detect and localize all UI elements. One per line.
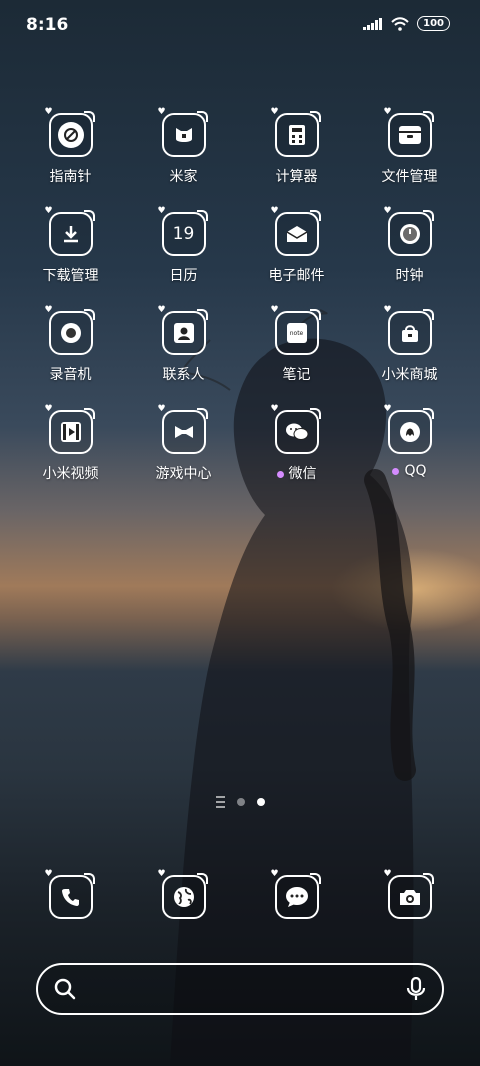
page-dot-active[interactable] <box>256 798 265 806</box>
qq-icon <box>384 404 434 454</box>
dock-messages[interactable] <box>240 869 353 919</box>
video-icon <box>45 404 95 454</box>
app-compass[interactable]: 指南针 <box>14 107 127 186</box>
app-label-text: 微信 <box>288 466 317 482</box>
app-label: 小米视频 <box>42 466 99 482</box>
app-download-manager[interactable]: 下载管理 <box>14 206 127 285</box>
app-label: 录音机 <box>49 367 92 383</box>
battery-indicator: 100 <box>417 16 450 31</box>
app-clock[interactable]: 时钟 <box>353 206 466 285</box>
app-calendar[interactable]: 19 日历 <box>127 206 240 285</box>
search-icon[interactable] <box>54 978 76 1000</box>
mail-icon <box>271 206 321 256</box>
app-label: 时钟 <box>395 268 424 284</box>
mijia-icon <box>158 107 208 157</box>
dock-camera[interactable] <box>353 869 466 919</box>
app-label: QQ <box>392 463 427 479</box>
dock <box>14 869 466 919</box>
app-contacts[interactable]: 联系人 <box>127 305 240 384</box>
app-label: 文件管理 <box>381 169 438 185</box>
app-label: 联系人 <box>162 367 205 383</box>
status-bar: 8:16 100 <box>0 0 480 48</box>
messages-icon <box>271 869 321 919</box>
search-bar[interactable] <box>36 963 444 1015</box>
app-label: 游戏中心 <box>155 466 212 482</box>
app-label: 日历 <box>169 268 198 284</box>
shopping-bag-icon <box>384 305 434 355</box>
app-email[interactable]: 电子邮件 <box>240 206 353 285</box>
app-label: 计算器 <box>275 169 318 185</box>
phone-icon <box>45 869 95 919</box>
notification-dot <box>392 467 400 475</box>
wifi-icon <box>391 16 409 31</box>
app-label: 下载管理 <box>42 268 99 284</box>
recorder-icon <box>45 305 95 355</box>
app-notes[interactable]: note 笔记 <box>240 305 353 384</box>
app-mijia[interactable]: 米家 <box>127 107 240 186</box>
calendar-day: 19 <box>172 224 195 244</box>
page-list-icon[interactable] <box>215 796 225 808</box>
app-label: 笔记 <box>282 367 311 383</box>
folder-icon <box>384 107 434 157</box>
app-mi-video[interactable]: 小米视频 <box>14 404 127 483</box>
app-mi-store[interactable]: 小米商城 <box>353 305 466 384</box>
game-icon <box>158 404 208 454</box>
app-label: 小米商城 <box>381 367 438 383</box>
app-label: 微信 <box>276 463 317 483</box>
notification-dot <box>276 470 284 478</box>
app-label: 电子邮件 <box>268 268 325 284</box>
notes-icon: note <box>271 305 321 355</box>
app-label: 米家 <box>169 169 198 185</box>
app-label-text: QQ <box>404 463 427 479</box>
contacts-icon <box>158 305 208 355</box>
download-icon <box>45 206 95 256</box>
status-icons: 100 <box>363 16 450 31</box>
calendar-icon: 19 <box>158 206 208 256</box>
app-label: 指南针 <box>49 169 92 185</box>
calculator-icon <box>271 107 321 157</box>
camera-icon <box>384 869 434 919</box>
dock-browser[interactable] <box>127 869 240 919</box>
microphone-icon[interactable] <box>406 977 426 1001</box>
notes-glyph: note <box>286 323 307 343</box>
status-time: 8:16 <box>26 15 69 35</box>
page-dot[interactable] <box>236 798 245 806</box>
app-grid: 指南针 米家 计算器 文件管理 下载管理 19 日历 电子邮件 <box>14 107 466 483</box>
page-indicator[interactable] <box>0 796 480 808</box>
app-qq[interactable]: QQ <box>353 404 466 483</box>
dock-phone[interactable] <box>14 869 127 919</box>
signal-icon <box>363 17 383 30</box>
clock-icon <box>384 206 434 256</box>
app-calculator[interactable]: 计算器 <box>240 107 353 186</box>
app-game-center[interactable]: 游戏中心 <box>127 404 240 483</box>
compass-icon <box>45 107 95 157</box>
app-recorder[interactable]: 录音机 <box>14 305 127 384</box>
browser-icon <box>158 869 208 919</box>
app-file-manager[interactable]: 文件管理 <box>353 107 466 186</box>
app-wechat[interactable]: 微信 <box>240 404 353 483</box>
wechat-icon <box>271 404 321 454</box>
